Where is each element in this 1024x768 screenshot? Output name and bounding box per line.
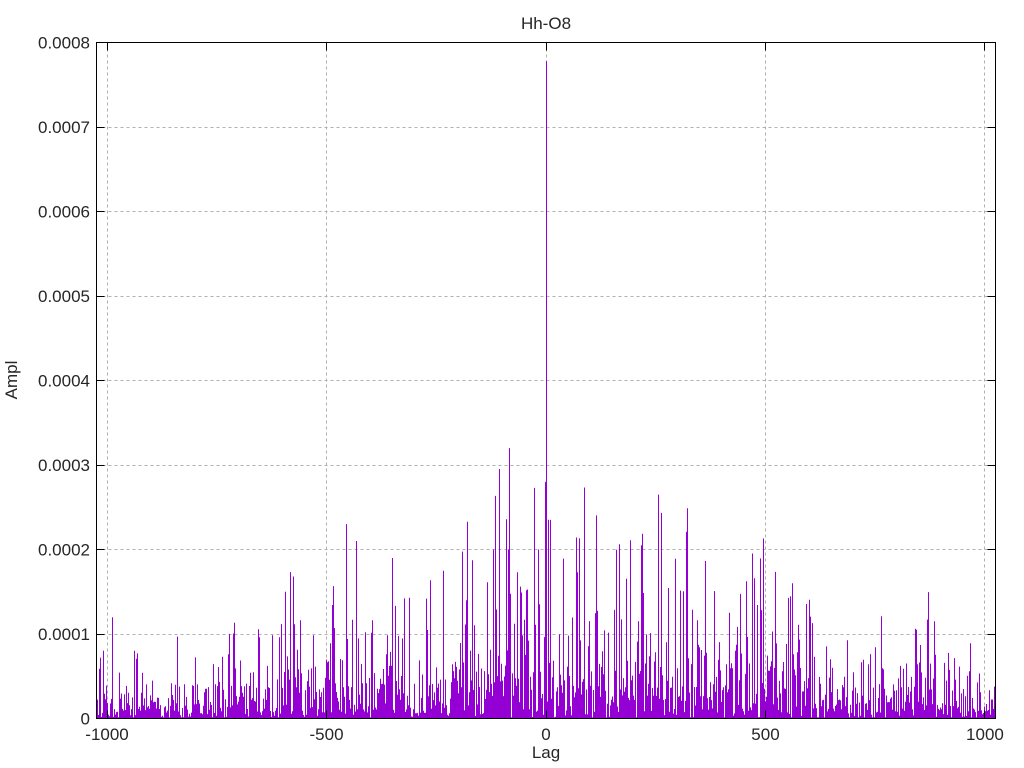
correlation-series bbox=[96, 61, 996, 719]
y-tick-label: 0.0002 bbox=[38, 541, 90, 560]
x-tick-label: 0 bbox=[541, 725, 550, 744]
x-axis-tick-labels: -1000 -500 0 500 1000 bbox=[85, 725, 1004, 744]
x-tick-label: -1000 bbox=[85, 725, 128, 744]
impulse-series-path bbox=[96, 61, 996, 719]
x-tick-label: 1000 bbox=[966, 725, 1004, 744]
gnuplot-chart-window: 0 0.0001 0.0002 0.0003 0.0004 0.0005 0.0006 0.0… bbox=[0, 0, 1024, 768]
correlation-chart: 0 0.0001 0.0002 0.0003 0.0004 0.0005 0.0006 0.0… bbox=[2, 14, 1004, 762]
x-axis-label: Lag bbox=[532, 743, 560, 762]
chart-title: Hh-O8 bbox=[521, 14, 571, 33]
y-axis-label: Ampl bbox=[2, 361, 21, 400]
x-tick-label: -500 bbox=[310, 725, 344, 744]
y-tick-label: 0.0007 bbox=[38, 118, 90, 137]
y-tick-label: 0.0001 bbox=[38, 625, 90, 644]
y-tick-label: 0.0006 bbox=[38, 203, 90, 222]
y-tick-label: 0.0004 bbox=[38, 372, 90, 391]
y-tick-label: 0.0003 bbox=[38, 456, 90, 475]
y-tick-label: 0.0005 bbox=[38, 287, 90, 306]
y-axis-tick-labels: 00.00010.00020.00030.00040.00050.00060.0… bbox=[38, 34, 90, 729]
x-tick-label: 500 bbox=[751, 725, 779, 744]
y-tick-label: 0.0008 bbox=[38, 34, 90, 53]
